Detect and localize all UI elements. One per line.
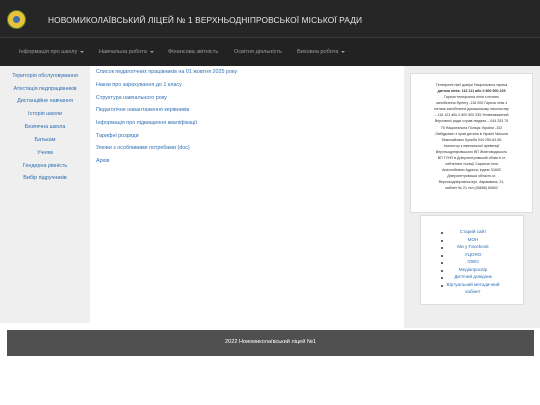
nav-item-school-info[interactable]: Інформація про школу	[19, 49, 85, 55]
info-line: кабінет № 21 тел.(05658) 60602	[445, 186, 498, 190]
info-line: Інспектор з ювенальної превенції	[443, 144, 500, 148]
info-line: 76 Національна Поліція України -102	[440, 126, 503, 130]
site-footer: 2022 Новомиколаївський ліцей №1	[7, 330, 534, 356]
nav-item-financial-reports[interactable]: Фінансова звітність	[168, 49, 218, 55]
info-line: Телефонні лінії довіри Національна гаряч…	[435, 83, 508, 87]
content-link-school-year-structure[interactable]: Структура навчального року	[96, 95, 167, 101]
link-virtual-methodical-cabinet-cont[interactable]: кабінет	[421, 289, 525, 294]
content-link-tariff-grades[interactable]: Тарифні розряди	[96, 133, 139, 139]
link-iovo[interactable]: ІОВО	[421, 259, 525, 264]
info-line: запобігання булінгу -116 000 Гаряча ліні…	[436, 101, 507, 105]
nav-item-label: Освітня діяльність	[234, 49, 282, 55]
footer-copyright: 2022 Новомиколаївський ліцей №1	[225, 339, 316, 345]
site-title[interactable]: НОВОМИКОЛАЇВСЬКИЙ ЛІЦЕЙ № 1 ВЕРХНЬОДНІПР…	[48, 15, 362, 25]
info-line: дитяча лінія: 116 111 або 0 800 500 225	[437, 89, 506, 93]
link-old-site[interactable]: Старий сайт	[421, 229, 525, 234]
info-line: Гаряча телефонна лінія з питань	[444, 95, 499, 99]
sidebar-item-school-history[interactable]: Історія школи	[0, 111, 90, 117]
link-ucoyao[interactable]: УЦОЯО	[421, 252, 525, 257]
useful-links-box: Старий сайт МОН Ми у Facebook УЦОЯО ІОВО…	[420, 215, 524, 305]
chevron-down-icon	[341, 50, 346, 53]
chevron-down-icon	[149, 50, 154, 53]
main-navbar: Інформація про школу Навчальна робота Фі…	[0, 38, 540, 66]
info-line: питань запобігання домашньому насильству	[434, 107, 509, 111]
content-link-enrollment-orders[interactable]: Накзи про зарахування до 1 класу	[96, 82, 182, 88]
chevron-down-icon	[80, 50, 85, 53]
info-line: Верховної ради з прав людини – 044 253 7…	[434, 119, 509, 123]
sidebar-item-gender-equality[interactable]: Гендерна рівність	[0, 163, 90, 169]
sidebar-item-service-area[interactable]: Територія обслуговування	[0, 73, 90, 79]
sidebar-item-parents[interactable]: Батькам	[0, 137, 90, 143]
hotline-info-box: Телефонні лінії довіри Національна гаряч…	[410, 73, 533, 213]
nav-item-upbringing-work[interactable]: Виховна робота	[297, 49, 346, 55]
info-line: – 116 123 або 0 800 500 335 Уповноважени…	[434, 113, 509, 117]
info-line: Анатолійович Адреса: індекс 51600	[441, 168, 502, 172]
link-children-guide[interactable]: Дитячий довідник	[421, 274, 525, 279]
info-line: ВП ГУНП в Дніпропетровській області ст	[437, 156, 506, 160]
content-link-staff-list[interactable]: Список педагогічних працівників на 01 жо…	[96, 69, 237, 75]
info-line: лейтенант поліції Саранча Ілля	[445, 162, 498, 166]
sidebar-item-distance-learning[interactable]: Дистанційне навчання	[0, 98, 90, 104]
sidebar-item-safe-school[interactable]: Безпечна школа	[0, 124, 90, 130]
nav-item-label: Інформація про школу	[19, 49, 78, 55]
link-mon[interactable]: МОН	[421, 237, 525, 242]
content-link-special-needs[interactable]: Умови з особливими потребами (doc)	[96, 145, 190, 151]
info-line: Верхньодніпровськ вул. Аврамкина, 21,	[438, 180, 505, 184]
link-facebook[interactable]: Ми у Facebook	[421, 244, 525, 249]
nav-item-educational-work[interactable]: Навчальна робота	[99, 49, 154, 55]
sidebar-item-students[interactable]: Учням	[0, 150, 90, 156]
content-link-archive[interactable]: Архів	[96, 158, 109, 164]
content-link-qualification[interactable]: Інформація про підвищення кваліфікації	[96, 120, 197, 126]
sidebar-item-textbook-choice[interactable]: Вибір підручників	[0, 175, 90, 181]
nav-item-label: Виховна робота	[297, 49, 339, 55]
site-header: НОВОМИКОЛАЇВСЬКИЙ ЛІЦЕЙ № 1 ВЕРХНЬОДНІПР…	[0, 0, 540, 38]
info-line: Миколайович Кулеба 044 255-64-56	[441, 138, 502, 142]
info-line: Омбудсмен з прав дитини в Україні Микола	[435, 132, 508, 136]
info-line: Верхньодніпровського ВП Жовтоводського	[435, 150, 508, 154]
nav-item-label: Навчальна робота	[99, 49, 147, 55]
content-link-workload[interactable]: Педагогічне навантаження керівників	[96, 107, 189, 113]
info-line: Дніпропетровська область м.	[447, 174, 496, 178]
left-sidebar: Територія обслуговування Атестація педпр…	[0, 66, 90, 323]
link-virtual-methodical-cabinet[interactable]: Віртуальний методичний	[421, 282, 525, 287]
nav-item-label: Фінансова звітність	[168, 49, 219, 55]
link-media-prosvir[interactable]: Медіапросвір	[421, 267, 525, 272]
nav-item-educational-activity[interactable]: Освітня діяльність	[234, 49, 282, 55]
sidebar-item-teacher-attestation[interactable]: Атестація педпрацівників	[0, 86, 90, 92]
school-emblem-icon[interactable]	[7, 10, 26, 29]
